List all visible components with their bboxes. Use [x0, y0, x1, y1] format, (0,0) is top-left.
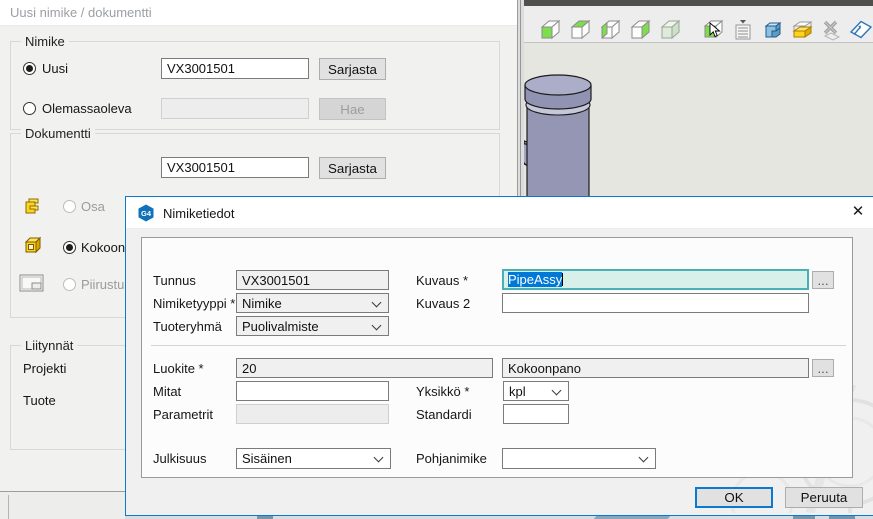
- cube-right-face-icon[interactable]: [628, 18, 652, 42]
- tuoteryhma-label: Tuoteryhmä: [153, 319, 222, 334]
- dokumentti-sarjasta-button[interactable]: Sarjasta: [319, 157, 386, 179]
- delete-body-icon[interactable]: [819, 18, 843, 42]
- yksikko-combo[interactable]: kpl: [503, 381, 569, 401]
- nimiketiedot-dialog: G4 Nimiketiedot ✕ Tunnus VX3001501 Kuvau…: [125, 196, 873, 516]
- app-root: Uusi nimike / dokumentti Nimike Uusi VX3…: [0, 0, 873, 519]
- bg-dialog-titlebar[interactable]: Uusi nimike / dokumentti: [0, 0, 517, 26]
- radio-piirustus: [63, 278, 76, 291]
- nimike-group-legend: Nimike: [21, 34, 69, 49]
- julkisuus-combo[interactable]: Sisäinen: [236, 448, 391, 469]
- kuvaus2-label: Kuvaus 2: [416, 296, 470, 311]
- julkisuus-label: Julkisuus: [153, 451, 206, 466]
- feature-list-icon[interactable]: [731, 18, 755, 42]
- kuvaus-input[interactable]: PipeAssy: [502, 269, 809, 290]
- kuvaus2-input[interactable]: [502, 293, 809, 313]
- mitat-label: Mitat: [153, 384, 181, 399]
- chevron-down-icon: [372, 321, 382, 331]
- bg-dialog-title: Uusi nimike / dokumentti: [10, 5, 152, 20]
- cancel-button[interactable]: Peruuta: [785, 487, 863, 508]
- bg-window-edge: [8, 495, 9, 519]
- solid-cube-icon[interactable]: [658, 18, 682, 42]
- close-icon[interactable]: ✕: [847, 202, 869, 224]
- olemassaoleva-input: [161, 98, 309, 119]
- kuvaus-browse-button[interactable]: ...: [812, 271, 834, 289]
- pohjanimike-combo[interactable]: [502, 448, 656, 469]
- luokite-name-field: Kokoonpano: [502, 358, 809, 378]
- radio-osa-label: Osa: [81, 199, 105, 214]
- yksikko-label: Yksikkö *: [416, 384, 469, 399]
- cube-top-face-icon[interactable]: [568, 18, 592, 42]
- tuoteryhma-combo[interactable]: Puolivalmiste: [236, 316, 389, 336]
- chevron-down-icon: [552, 386, 562, 396]
- parametrit-field: [236, 404, 389, 424]
- pohjanimike-label: Pohjanimike: [416, 451, 487, 466]
- cad-toolbar: [524, 6, 873, 43]
- standardi-label: Standardi: [416, 407, 472, 422]
- kuvaus-selected-text: PipeAssy: [508, 272, 562, 287]
- tunnus-label: Tunnus: [153, 273, 196, 288]
- radio-uusi-label: Uusi: [42, 61, 68, 76]
- radio-kokoonpano[interactable]: [63, 241, 76, 254]
- mitat-input[interactable]: [236, 381, 389, 401]
- assembly-icon: [23, 235, 43, 255]
- standardi-input[interactable]: [503, 404, 569, 424]
- liitynnat-group-legend: Liitynnät: [21, 338, 77, 353]
- text-caret: [562, 273, 563, 286]
- radio-olemassaoleva-label: Olemassaoleva: [42, 101, 132, 116]
- dokumentti-tunnus-input[interactable]: VX3001501: [161, 157, 309, 178]
- luokite-browse-button[interactable]: ...: [812, 359, 834, 377]
- sketch-plane-icon[interactable]: [849, 18, 873, 42]
- chevron-down-icon: [372, 298, 382, 308]
- cube-left-face-icon[interactable]: [598, 18, 622, 42]
- sheet-body-icon[interactable]: [790, 18, 814, 42]
- select-body-icon[interactable]: [702, 18, 726, 42]
- hae-button: Hae: [319, 98, 386, 120]
- uusi-nimike-input[interactable]: VX3001501: [161, 58, 309, 79]
- chevron-down-icon: [639, 453, 649, 463]
- dokumentti-group-legend: Dokumentti: [21, 126, 95, 141]
- radio-olemassaoleva[interactable]: [23, 102, 36, 115]
- radio-piirustus-label: Piirustus: [81, 277, 131, 292]
- radio-osa: [63, 200, 76, 213]
- nimike-sarjasta-button[interactable]: Sarjasta: [319, 58, 386, 80]
- luokite-code-field: 20: [236, 358, 493, 378]
- ok-button[interactable]: OK: [695, 487, 773, 508]
- separator: [151, 345, 846, 346]
- chevron-down-icon: [374, 453, 384, 463]
- nimike-group: Nimike Uusi VX3001501 Sarjasta Olemassao…: [10, 41, 500, 130]
- projekti-label: Projekti: [23, 361, 66, 376]
- parametrit-label: Parametrit: [153, 407, 213, 422]
- part-icon: [23, 196, 43, 216]
- kuvaus-label: Kuvaus *: [416, 273, 468, 288]
- nimiketyyppi-combo[interactable]: Nimike: [236, 293, 389, 313]
- tuote-label: Tuote: [23, 393, 56, 408]
- luokite-label: Luokite *: [153, 361, 204, 376]
- radio-uusi[interactable]: [23, 62, 36, 75]
- extruded-part-icon[interactable]: [761, 18, 785, 42]
- cube-front-face-icon[interactable]: [538, 18, 562, 42]
- tunnus-field: VX3001501: [236, 270, 389, 290]
- svg-text:G4: G4: [141, 209, 152, 218]
- dialog-titlebar[interactable]: G4 Nimiketiedot ✕: [126, 197, 873, 229]
- drawing-icon: [19, 273, 45, 293]
- app-badge-icon: G4: [137, 204, 155, 222]
- dialog-title: Nimiketiedot: [163, 206, 235, 221]
- nimiketyyppi-label: Nimiketyyppi *: [153, 296, 235, 311]
